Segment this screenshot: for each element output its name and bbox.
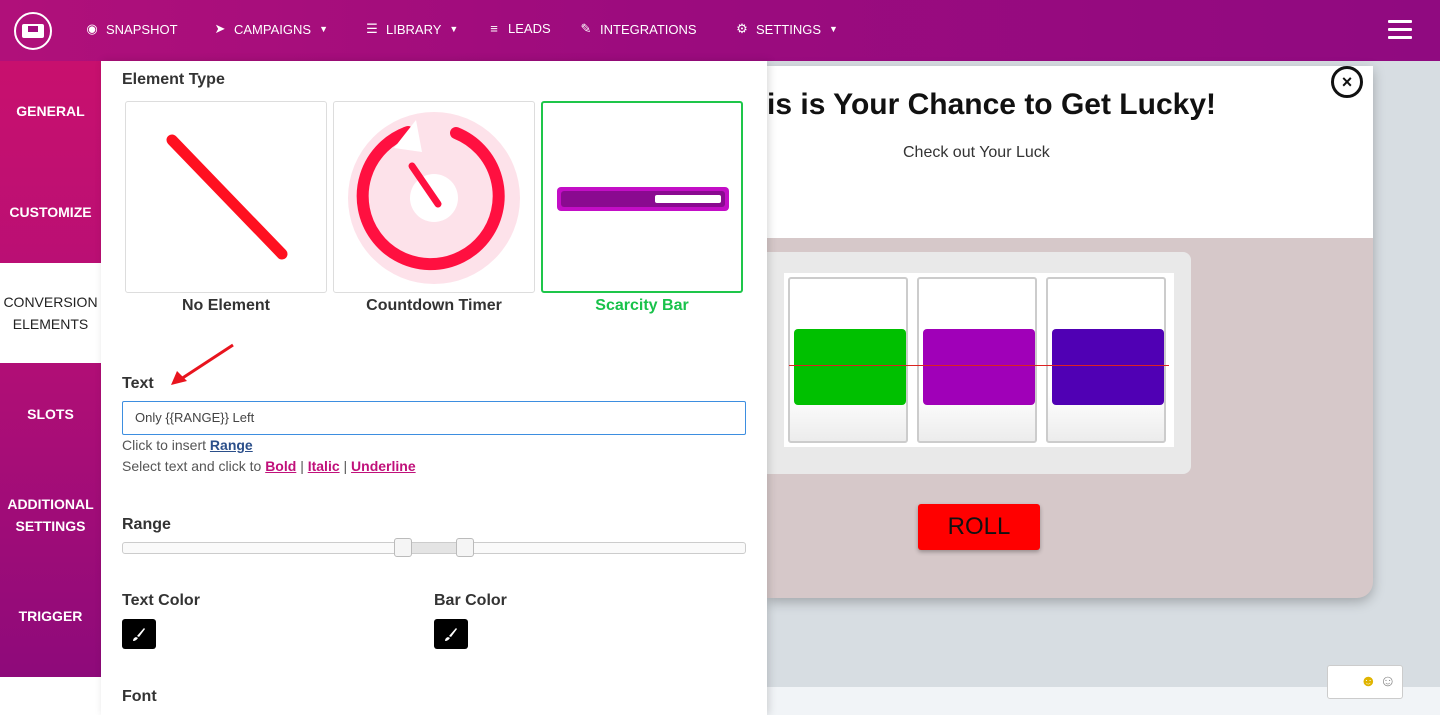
text-color-label: Text Color [122, 592, 200, 609]
hamburger-menu-icon[interactable] [1388, 20, 1412, 40]
nav-leads[interactable]: ≡ LEADS [486, 21, 551, 36]
slot-reels [784, 273, 1174, 447]
plug-icon: ✎ [580, 21, 592, 36]
roll-button[interactable]: ROLL [918, 504, 1040, 550]
caret-down-icon: ▼ [449, 24, 459, 34]
insert-helper: Click to insert Range [122, 437, 253, 453]
card-no-element-label: No Element [181, 297, 270, 314]
gears-icon: ⚙ [736, 21, 748, 36]
format-helper-text: Select text and click to [122, 458, 262, 474]
slot-reel [917, 277, 1037, 443]
nav-library[interactable]: ☰ LIBRARY ▼ [364, 21, 458, 37]
emoji-widget[interactable]: ☻ ☺ [1327, 665, 1403, 699]
sidebar-item-customize[interactable]: CUSTOMIZE [0, 162, 101, 262]
emoji-add-icon: ☻ [1359, 673, 1377, 690]
top-navbar: ◉ SNAPSHOT ➤ CAMPAIGNS ▼ ☰ LIBRARY ▼ ≡ L… [0, 0, 1440, 61]
underline-link[interactable]: Underline [351, 458, 416, 474]
format-helper: Select text and click to Bold | Italic |… [122, 458, 416, 474]
sidebar-item-conversion-elements[interactable]: CONVERSION ELEMENTS [0, 263, 101, 363]
no-element-icon [166, 134, 288, 260]
nav-settings-label: SETTINGS [756, 21, 822, 37]
list-bullets-icon: ≡ [490, 21, 498, 36]
logo-mark [22, 24, 44, 38]
bar-color-picker[interactable] [434, 619, 468, 649]
slot-reel [1046, 277, 1166, 443]
nav-snapshot-label: SNAPSHOT [106, 21, 178, 37]
nav-library-label: LIBRARY [386, 21, 442, 37]
separator: | [300, 458, 304, 474]
sidebar-item-additional-settings[interactable]: ADDITIONAL SETTINGS [0, 465, 101, 565]
nav-snapshot[interactable]: ◉ SNAPSHOT [84, 21, 178, 37]
sidebar-item-label: CUSTOMIZE [9, 204, 92, 220]
nav-leads-label: LEADS [508, 21, 551, 36]
italic-link[interactable]: Italic [308, 458, 340, 474]
sidebar-item-label: CONVERSION ELEMENTS [3, 294, 98, 332]
popup-preview: is is Your Chance to Get Lucky! Check ou… [767, 66, 1373, 598]
range-slider-min-handle[interactable] [394, 538, 412, 557]
brush-icon [133, 628, 145, 641]
bold-link[interactable]: Bold [265, 458, 296, 474]
sidebar-item-slots[interactable]: SLOTS [0, 364, 101, 464]
smiley-icon: ☺ [1379, 673, 1396, 690]
insert-helper-text: Click to insert [122, 437, 207, 453]
separator: | [343, 458, 348, 474]
nav-campaigns-label: CAMPAIGNS [234, 21, 312, 37]
app-logo[interactable] [14, 12, 52, 50]
element-type-label: Element Type [122, 71, 225, 88]
countdown-timer-icon [348, 112, 520, 284]
card-scarcity-bar-label: Scarcity Bar [595, 297, 689, 314]
card-scarcity-bar[interactable] [541, 101, 743, 293]
sidebar-item-label: SLOTS [27, 406, 74, 422]
card-countdown-timer[interactable] [333, 101, 535, 293]
reel-symbol [923, 329, 1035, 405]
sidebar-item-label: ADDITIONAL SETTINGS [7, 496, 94, 534]
red-arrow-annotation [171, 343, 234, 385]
sidebar-item-label: TRIGGER [18, 608, 83, 624]
range-slider-max-handle[interactable] [456, 538, 474, 557]
slot-reel [788, 277, 908, 443]
font-label: Font [122, 688, 157, 705]
reel-symbol [794, 329, 906, 405]
sidebar-item-trigger[interactable]: TRIGGER [0, 566, 101, 666]
sidebar-item-general[interactable]: GENERAL [0, 61, 101, 161]
insert-range-link[interactable]: Range [210, 437, 253, 453]
paper-plane-icon: ➤ [214, 21, 226, 36]
range-label: Range [122, 516, 171, 533]
popup-title: is is Your Chance to Get Lucky! [767, 88, 1217, 121]
editor-sidebar: GENERAL CUSTOMIZE CONVERSION ELEMENTS SL… [0, 61, 101, 677]
slot-machine [767, 252, 1191, 474]
nav-settings[interactable]: ⚙ SETTINGS ▼ [734, 21, 838, 37]
dashboard-icon: ◉ [86, 21, 98, 36]
caret-down-icon: ▼ [829, 24, 838, 34]
payline [789, 365, 1169, 366]
close-icon[interactable]: × [1331, 66, 1363, 98]
card-no-element[interactable] [125, 101, 327, 293]
text-color-picker[interactable] [122, 619, 156, 649]
popup-subtitle: Check out Your Luck [903, 144, 1050, 161]
nav-integrations[interactable]: ✎ INTEGRATIONS [578, 21, 697, 37]
bar-color-label: Bar Color [434, 592, 507, 609]
scarcity-bar-icon [557, 187, 729, 211]
page-background [0, 677, 101, 715]
brush-icon [445, 628, 457, 641]
sidebar-item-label: GENERAL [16, 103, 85, 119]
reel-symbol [1052, 329, 1164, 405]
range-slider[interactable] [122, 538, 746, 557]
list-icon: ☰ [366, 21, 378, 36]
conversion-elements-panel: Element Type No Element Countdown Timer … [101, 61, 767, 715]
nav-campaigns[interactable]: ➤ CAMPAIGNS ▼ [212, 21, 328, 37]
nav-integrations-label: INTEGRATIONS [600, 21, 697, 37]
popup-header: is is Your Chance to Get Lucky! Check ou… [767, 66, 1373, 238]
caret-down-icon: ▼ [319, 24, 328, 34]
text-label: Text [122, 375, 154, 392]
card-countdown-timer-label: Countdown Timer [366, 297, 502, 314]
scarcity-text-input[interactable]: Only {{RANGE}} Left [122, 401, 746, 435]
